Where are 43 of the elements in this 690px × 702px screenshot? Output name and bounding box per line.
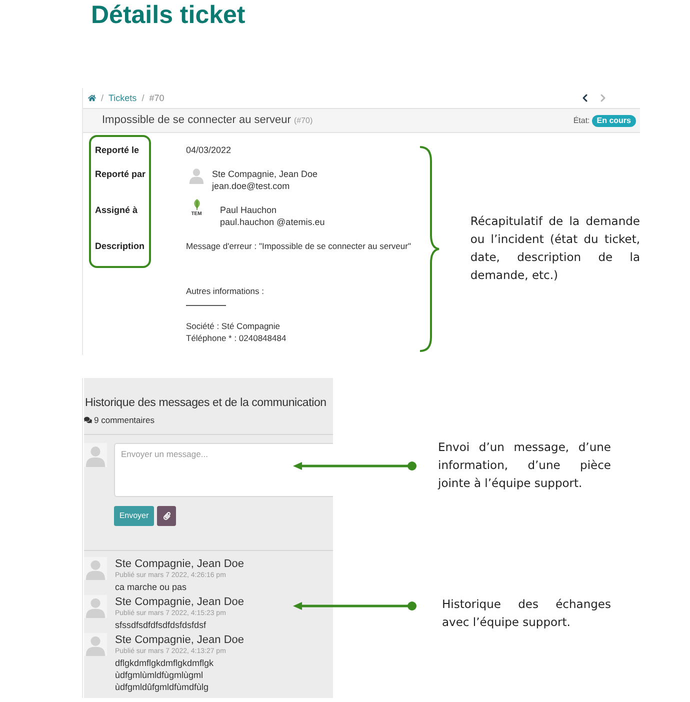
breadcrumb-separator: / bbox=[101, 92, 104, 104]
person-email: jean.doe@test.com bbox=[212, 180, 291, 192]
comment-text: sfssdfsdfdfsdfdsfdsfdsf bbox=[115, 619, 206, 631]
person-email: paul.hauchon @atemis.eu bbox=[220, 216, 325, 228]
annotation-text: Envoi d’un message, d’une information, d’une pièce jointe à l’équipe support. bbox=[438, 439, 611, 492]
annotation-text: Récapitulatif de la demande ou l’incident (état du ticket, date, description de la demande, etc.) bbox=[470, 213, 640, 284]
breadcrumb-current: #70 bbox=[149, 92, 164, 104]
send-button[interactable]: Envoyer bbox=[114, 506, 154, 526]
person-name: Paul Hauchon bbox=[220, 204, 278, 216]
comment-author: Ste Compagnie, Jean Doe bbox=[115, 633, 244, 647]
history-title: Historique des messages et de la communication bbox=[84, 396, 326, 411]
comment-text: dflgkdmflgkdmflgkdmflgk bbox=[115, 657, 214, 669]
field-label: Reporté le bbox=[95, 144, 140, 156]
page-title: Détails ticket bbox=[91, 0, 246, 29]
home-icon[interactable] bbox=[88, 94, 96, 102]
comment-author: Ste Compagnie, Jean Doe bbox=[115, 557, 244, 571]
description-line: Autres informations : bbox=[186, 285, 264, 297]
annotation-text: Historique des échanges avec l’équipe support. bbox=[442, 596, 611, 631]
message-input[interactable]: Envoyer un message... bbox=[114, 443, 333, 497]
state-label: État: bbox=[573, 114, 590, 126]
breadcrumb-link[interactable]: Tickets bbox=[108, 92, 137, 104]
field-value: 04/03/2022 bbox=[186, 144, 232, 156]
field-label: Reporté par bbox=[95, 168, 147, 180]
field-label: Assigné à bbox=[95, 204, 139, 216]
comment-text: ùdfgmlùmldfùgmlùgml bbox=[115, 669, 204, 681]
comment-count: 9 commentaires bbox=[94, 414, 154, 426]
ticket-title: Impossible de se connecter au serveur bbox=[102, 113, 291, 128]
comment-text: ùdfgmldûfgmldfùmdfùlg bbox=[115, 681, 209, 693]
comment-text: ca marche ou pas bbox=[115, 581, 187, 593]
comments-icon bbox=[84, 416, 92, 424]
paperclip-icon bbox=[162, 512, 170, 520]
description-line: Téléphone * : 0240848484 bbox=[186, 332, 286, 344]
state-badge: En cours bbox=[592, 114, 636, 126]
user-silhouette-icon bbox=[188, 166, 205, 184]
description-line: Message d'erreur : "Impossible de se connecter au serveur" bbox=[186, 240, 411, 252]
person-name: Ste Compagnie, Jean Doe bbox=[212, 168, 318, 180]
ticket-number: (#70) bbox=[294, 115, 313, 128]
attach-button[interactable] bbox=[157, 506, 176, 526]
leaf-icon bbox=[192, 199, 200, 210]
comment-author: Ste Compagnie, Jean Doe bbox=[115, 595, 244, 609]
field-label: Description bbox=[95, 240, 146, 252]
breadcrumb-separator: / bbox=[142, 92, 144, 104]
description-line: Société : Sté Compagnie bbox=[186, 320, 282, 332]
